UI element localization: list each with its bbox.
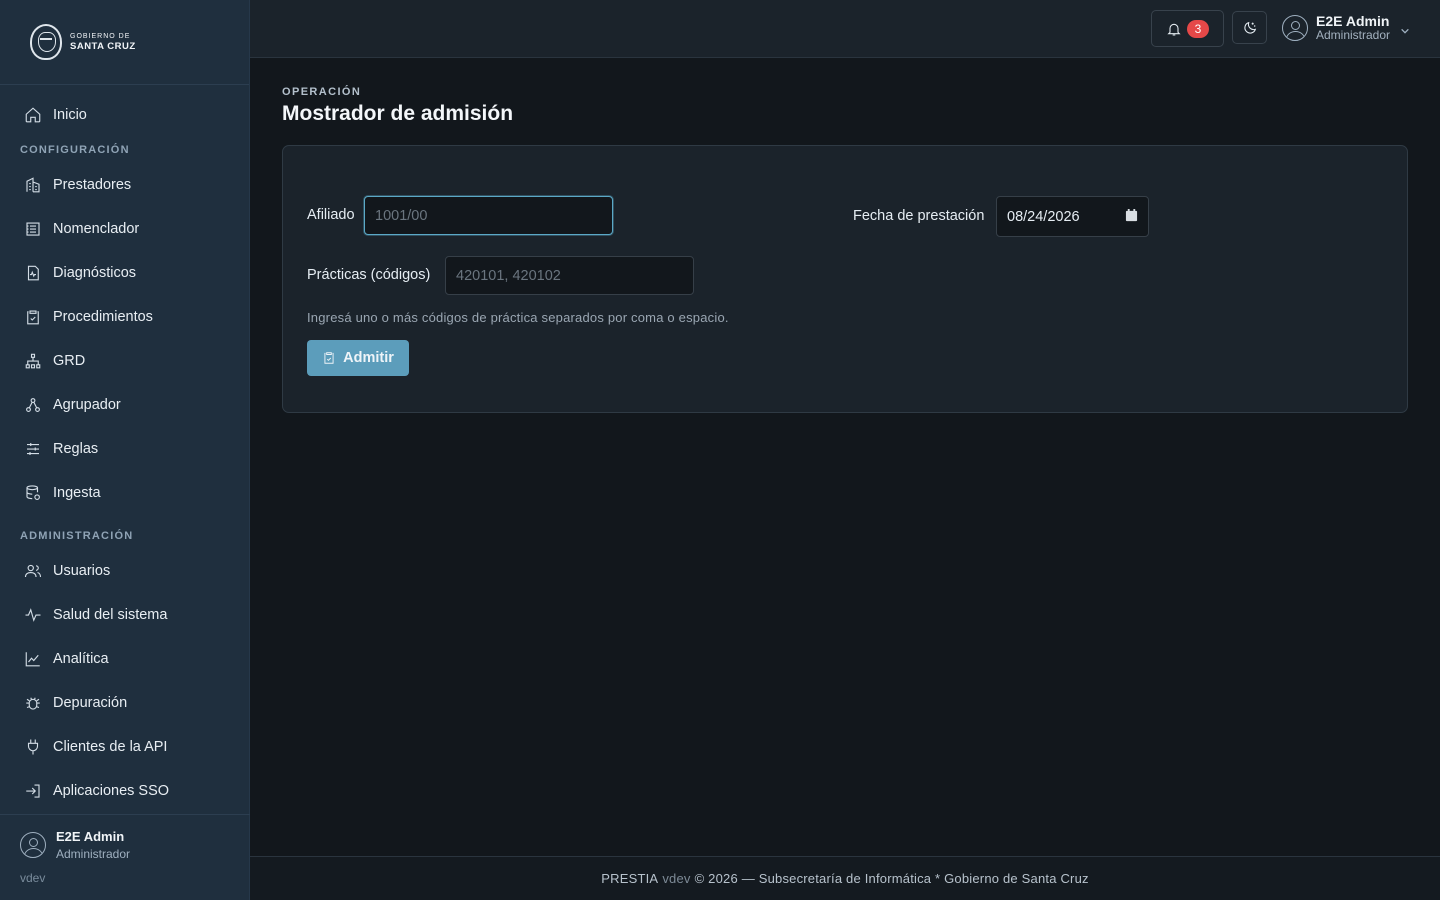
practicas-input[interactable]: 420101, 420102 [445, 256, 694, 295]
fecha-prestacion-input[interactable]: 08/24/2026 [996, 196, 1149, 237]
sidebar-item-label: Usuarios [53, 563, 111, 579]
sidebar-item-analitica[interactable]: Analítica [0, 637, 250, 681]
database-icon [23, 483, 43, 503]
sidebar-item-clientes-api[interactable]: Clientes de la API [0, 725, 250, 769]
page-eyebrow: OPERACIÓN [282, 86, 362, 98]
bell-icon [1167, 23, 1181, 36]
sidebar-item-label: Prestadores [53, 177, 132, 193]
hierarchy-icon [23, 351, 43, 371]
sidebar-user-name: E2E Admin [56, 829, 125, 844]
header-user-role: Administrador [1316, 28, 1391, 42]
chart-line-icon [23, 649, 43, 669]
sidebar-item-label: Aplicaciones SSO [53, 783, 170, 799]
clipboard-check-icon [23, 307, 43, 327]
sidebar-item-usuarios[interactable]: Usuarios [0, 549, 250, 593]
user-avatar-icon [1282, 14, 1308, 41]
sidebar-item-label: Inicio [53, 107, 87, 123]
brand-logo[interactable]: GOBIERNO DE SANTA CRUZ [0, 0, 249, 85]
sidebar-user-role: Administrador [56, 847, 131, 861]
sidebar-item-label: Salud del sistema [53, 607, 168, 623]
fecha-value: 08/24/2026 [1007, 208, 1080, 225]
activity-icon [23, 605, 43, 625]
footer-version: vdev [662, 871, 691, 886]
government-seal-icon [30, 24, 62, 60]
sidebar-item-salud[interactable]: Salud del sistema [0, 593, 250, 637]
sidebar-item-procedimientos[interactable]: Procedimientos [0, 295, 250, 339]
sidebar-item-diagnosticos[interactable]: Diagnósticos [0, 251, 250, 295]
header-user-name: E2E Admin [1316, 13, 1390, 29]
list-icon [23, 219, 43, 239]
chevron-down-icon [1400, 23, 1410, 34]
fecha-label: Fecha de prestación [853, 208, 985, 224]
sidebar-item-label: GRD [53, 353, 86, 369]
section-label-configuracion: CONFIGURACIÓN [20, 144, 130, 156]
sidebar-item-label: Nomenclador [53, 221, 140, 237]
brand-line-2: SANTA CRUZ [70, 40, 136, 52]
sidebar-item-sso[interactable]: Aplicaciones SSO [0, 769, 250, 813]
sliders-icon [23, 439, 43, 459]
main-content: OPERACIÓN Mostrador de admisión Afiliado… [282, 86, 1408, 413]
sidebar: GOBIERNO DE SANTA CRUZ Inicio CONFIGURAC… [0, 0, 250, 900]
user-avatar-icon [20, 832, 46, 858]
afiliado-input[interactable]: 1001/00 [364, 196, 613, 235]
login-icon [23, 781, 43, 801]
sidebar-item-label: Clientes de la API [53, 739, 168, 755]
sidebar-item-label: Ingesta [53, 485, 101, 501]
sidebar-item-label: Agrupador [53, 397, 121, 413]
sidebar-item-label: Depuración [53, 695, 128, 711]
sidebar-item-ingesta[interactable]: Ingesta [0, 471, 250, 515]
sidebar-item-nomenclador[interactable]: Nomenclador [0, 207, 250, 251]
brand-line-1: GOBIERNO DE [70, 32, 131, 40]
footer-copyright: © 2026 — Subsecretaría de Informática * … [694, 871, 1089, 886]
afiliado-placeholder: 1001/00 [375, 207, 428, 224]
top-header: 3 E2E Admin Administrador [250, 0, 1440, 58]
users-icon [23, 561, 43, 581]
sidebar-item-label: Reglas [53, 441, 99, 457]
sidebar-item-prestadores[interactable]: Prestadores [0, 163, 250, 207]
footer: PRESTIA vdev © 2026 — Subsecretaría de I… [250, 856, 1440, 900]
sidebar-item-label: Analítica [53, 651, 109, 667]
footer-app-name: PRESTIA [601, 871, 659, 886]
admitir-button[interactable]: Admitir [307, 340, 409, 376]
sidebar-item-agrupador[interactable]: Agrupador [0, 383, 250, 427]
moon-stars-icon [1243, 21, 1256, 34]
notifications-badge: 3 [1187, 19, 1209, 38]
clipboard-check-icon [324, 352, 334, 364]
practicas-help-text: Ingresá uno o más códigos de práctica se… [307, 310, 729, 325]
sidebar-item-label: Diagnósticos [53, 265, 137, 281]
admitir-button-label: Admitir [343, 350, 394, 366]
plug-icon [23, 737, 43, 757]
calendar-icon[interactable] [1125, 209, 1138, 222]
file-pulse-icon [23, 263, 43, 283]
sidebar-item-grd[interactable]: GRD [0, 339, 250, 383]
admission-form-card: Afiliado 1001/00 Fecha de prestación 08/… [282, 145, 1408, 413]
sidebar-item-depuracion[interactable]: Depuración [0, 681, 250, 725]
home-icon [23, 105, 43, 125]
sidebar-item-reglas[interactable]: Reglas [0, 427, 250, 471]
theme-toggle-button[interactable] [1232, 11, 1267, 44]
section-label-administracion: ADMINISTRACIÓN [20, 530, 134, 542]
page-title: Mostrador de admisión [282, 102, 514, 125]
practicas-label: Prácticas (códigos) [307, 267, 431, 283]
building-icon [23, 175, 43, 195]
sidebar-item-inicio[interactable]: Inicio [0, 93, 250, 137]
sidebar-nav: Inicio CONFIGURACIÓN Prestadores Nomencl… [0, 93, 250, 813]
sidebar-item-label: Procedimientos [53, 309, 153, 325]
afiliado-label: Afiliado [307, 207, 355, 223]
practicas-placeholder: 420101, 420102 [456, 267, 561, 284]
network-icon [23, 395, 43, 415]
notifications-button[interactable]: 3 [1151, 10, 1224, 47]
user-menu[interactable]: E2E Admin Administrador [1282, 14, 1410, 41]
sidebar-user-panel[interactable]: E2E Admin Administrador vdev [0, 814, 250, 900]
app-version: vdev [20, 871, 46, 885]
bug-icon [23, 693, 43, 713]
